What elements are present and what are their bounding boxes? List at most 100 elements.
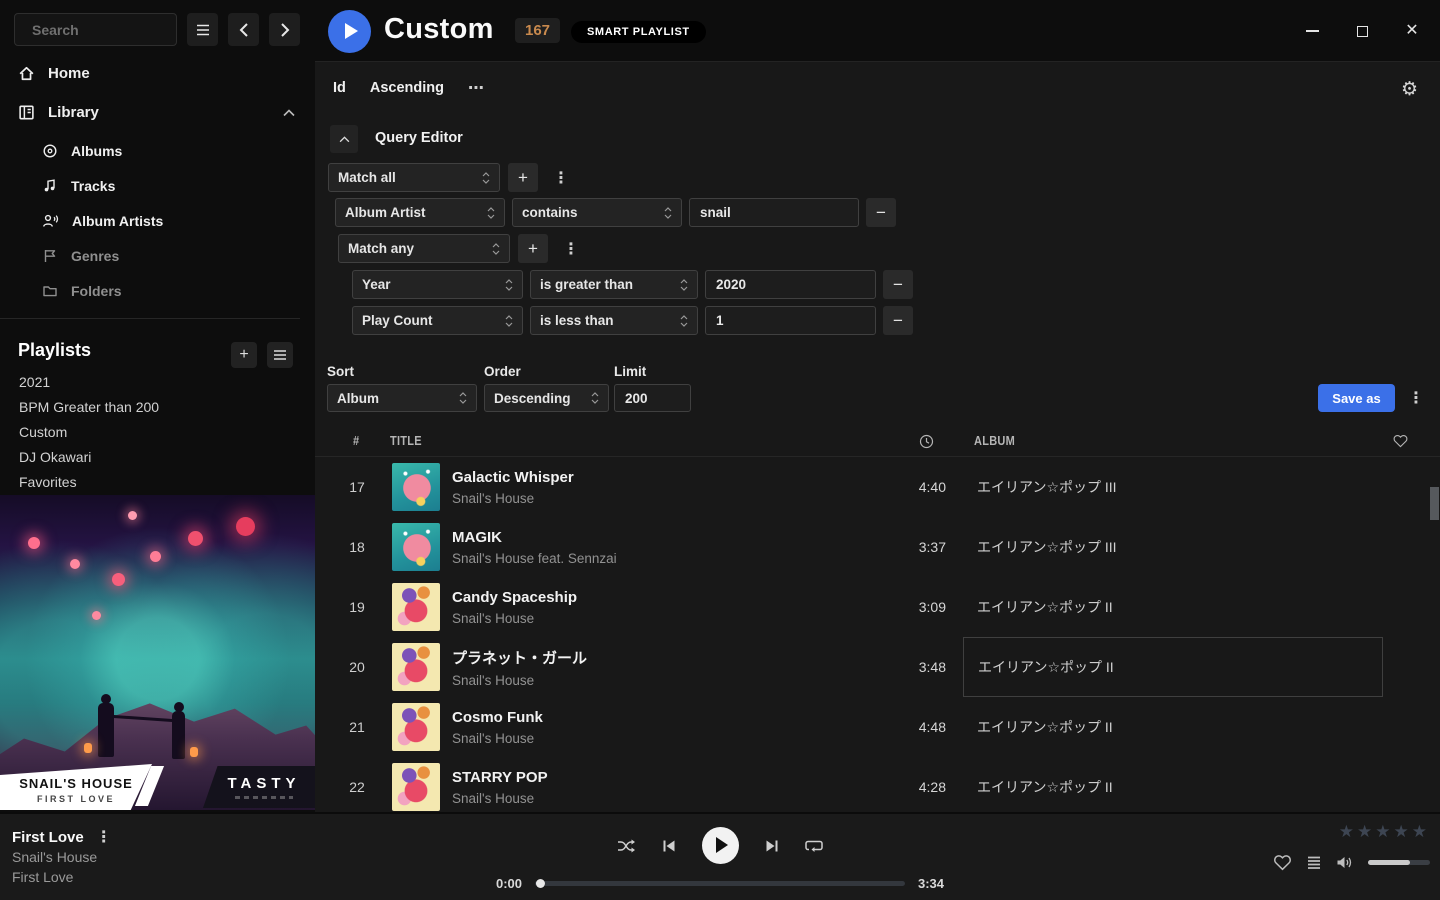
back-button[interactable] bbox=[228, 13, 259, 46]
select-updown-icon bbox=[459, 392, 467, 404]
playlist-item[interactable]: Custom bbox=[19, 424, 67, 440]
rule-operator-select[interactable]: contains bbox=[512, 198, 682, 227]
search-input[interactable] bbox=[32, 22, 213, 38]
star-icon[interactable]: ★ bbox=[1412, 822, 1427, 842]
save-menu-button[interactable]: ⋮ bbox=[1401, 384, 1431, 412]
remove-rule-button[interactable]: − bbox=[883, 270, 913, 299]
column-duration-clock-icon[interactable] bbox=[919, 434, 934, 449]
seek-thumb[interactable] bbox=[536, 879, 545, 888]
add-playlist-button[interactable]: + bbox=[231, 342, 257, 368]
repeat-button[interactable] bbox=[805, 838, 823, 853]
sidebar-divider bbox=[0, 318, 300, 319]
track-title: Cosmo Funk bbox=[452, 709, 899, 726]
kebab-icon: ⋮ bbox=[563, 239, 579, 259]
rule-operator-select[interactable]: is less than bbox=[530, 306, 698, 335]
sort-direction-button[interactable]: Ascending bbox=[370, 80, 444, 96]
column-album[interactable]: ALBUM bbox=[974, 434, 1015, 449]
sidebar-item-album-artists[interactable]: Album Artists bbox=[42, 213, 163, 229]
playlists-buttons: + bbox=[231, 342, 293, 368]
column-favorite-heart-icon[interactable] bbox=[1393, 434, 1408, 448]
next-button[interactable] bbox=[765, 839, 779, 853]
rule-field-select[interactable]: Year bbox=[352, 270, 523, 299]
sort-field-button[interactable]: Id bbox=[333, 80, 346, 96]
rule-value-input[interactable] bbox=[689, 198, 859, 227]
star-icon[interactable]: ★ bbox=[1375, 822, 1390, 842]
seek-bar[interactable] bbox=[535, 881, 905, 886]
playlists-title: Playlists bbox=[18, 340, 91, 361]
settings-gear-icon[interactable]: ⚙ bbox=[1401, 78, 1418, 101]
sidebar-item-library[interactable]: Library bbox=[18, 104, 99, 121]
track-row[interactable]: 21 Cosmo Funk Snail's House 4:48 エイリアン☆ポ… bbox=[315, 697, 1440, 757]
volume-icon[interactable] bbox=[1336, 855, 1354, 870]
save-as-button[interactable]: Save as bbox=[1318, 384, 1395, 412]
rule-value-input[interactable] bbox=[705, 270, 876, 299]
track-album-cell[interactable]: エイリアン☆ポップ II bbox=[963, 697, 1383, 757]
sidebar-item-tracks[interactable]: Tracks bbox=[42, 178, 115, 194]
collapse-chevron-icon[interactable] bbox=[283, 109, 295, 117]
track-album-cell[interactable]: エイリアン☆ポップ II bbox=[963, 757, 1383, 812]
rule-field-select[interactable]: Album Artist bbox=[335, 198, 505, 227]
track-row[interactable]: 19 Candy Spaceship Snail's House 3:09 エイ… bbox=[315, 577, 1440, 637]
star-icon[interactable]: ★ bbox=[1394, 822, 1409, 842]
plus-icon: + bbox=[528, 239, 538, 259]
star-icon[interactable]: ★ bbox=[1339, 822, 1354, 842]
sidebar-item-albums[interactable]: Albums bbox=[42, 143, 122, 159]
track-album-cell-hovered[interactable]: エイリアン☆ポップ II bbox=[963, 637, 1383, 697]
play-pause-button[interactable] bbox=[702, 827, 739, 864]
favorite-heart-icon[interactable] bbox=[1273, 854, 1292, 871]
match-any-select[interactable]: Match any bbox=[338, 234, 510, 263]
sidebar-item-home[interactable]: Home bbox=[18, 65, 90, 82]
search-box[interactable] bbox=[14, 13, 177, 46]
limit-input[interactable] bbox=[614, 384, 691, 412]
window-maximize-button[interactable] bbox=[1348, 17, 1376, 45]
menu-button[interactable] bbox=[187, 13, 218, 46]
playlist-list-button[interactable] bbox=[267, 342, 293, 368]
shuffle-button[interactable] bbox=[617, 838, 636, 854]
group-menu-button[interactable]: ⋮ bbox=[556, 234, 586, 263]
column-number[interactable]: # bbox=[353, 434, 359, 449]
group-menu-button[interactable]: ⋮ bbox=[546, 163, 576, 192]
playlist-item[interactable]: 2021 bbox=[19, 374, 50, 390]
forward-button[interactable] bbox=[269, 13, 300, 46]
sort-select[interactable]: Album bbox=[327, 384, 477, 412]
order-select[interactable]: Descending bbox=[484, 384, 609, 412]
star-icon[interactable]: ★ bbox=[1357, 822, 1372, 842]
window-close-button[interactable]: ✕ bbox=[1398, 17, 1426, 45]
match-all-select[interactable]: Match all bbox=[328, 163, 500, 192]
play-playlist-button[interactable] bbox=[328, 10, 371, 53]
sidebar-albums-label: Albums bbox=[71, 143, 122, 159]
track-row[interactable]: 22 STARRY POP Snail's House 4:28 エイリアン☆ポ… bbox=[315, 757, 1440, 812]
track-album-cell[interactable]: エイリアン☆ポップ II bbox=[963, 577, 1383, 637]
scrollbar-thumb[interactable] bbox=[1430, 487, 1439, 520]
track-album-cell[interactable]: エイリアン☆ポップ III bbox=[963, 457, 1383, 517]
query-editor-collapse-button[interactable] bbox=[330, 125, 358, 153]
volume-slider[interactable] bbox=[1368, 860, 1430, 865]
window-minimize-button[interactable] bbox=[1298, 17, 1326, 45]
column-title[interactable]: TITLE bbox=[390, 434, 422, 449]
tracklist-header: # TITLE ALBUM bbox=[315, 428, 1440, 457]
rule-operator-select[interactable]: is greater than bbox=[530, 270, 698, 299]
add-rule-button[interactable]: + bbox=[508, 163, 538, 192]
track-row[interactable]: 20 プラネット・ガール Snail's House 3:48 エイリアン☆ポッ… bbox=[315, 637, 1440, 697]
now-playing-menu-icon[interactable]: ⋮ bbox=[96, 827, 112, 847]
remove-rule-button[interactable]: − bbox=[883, 306, 913, 335]
sidebar-item-genres[interactable]: Genres bbox=[42, 248, 119, 264]
sidebar-item-folders[interactable]: Folders bbox=[42, 283, 122, 299]
previous-button[interactable] bbox=[662, 839, 676, 853]
rule-field-select[interactable]: Play Count bbox=[352, 306, 523, 335]
queue-icon[interactable] bbox=[1306, 856, 1322, 870]
add-rule-button[interactable]: + bbox=[518, 234, 548, 263]
more-options-icon[interactable]: ⋯ bbox=[468, 78, 485, 98]
rating-stars[interactable]: ★ ★ ★ ★ ★ bbox=[1339, 822, 1427, 842]
playlist-item[interactable]: DJ Okawari bbox=[19, 449, 91, 465]
minus-icon: − bbox=[893, 275, 903, 295]
track-album-cell[interactable]: エイリアン☆ポップ III bbox=[963, 517, 1383, 577]
playlist-item[interactable]: BPM Greater than 200 bbox=[19, 399, 159, 415]
track-row[interactable]: 18 MAGIK Snail's House feat. Sennzai 3:3… bbox=[315, 517, 1440, 577]
track-cover-art bbox=[392, 643, 440, 691]
track-row[interactable]: 17 Galactic Whisper Snail's House 4:40 エ… bbox=[315, 457, 1440, 517]
playlist-item[interactable]: Favorites bbox=[19, 474, 77, 490]
remove-rule-button[interactable]: − bbox=[866, 198, 896, 227]
rule-value-input[interactable] bbox=[705, 306, 876, 335]
minimize-icon bbox=[1306, 30, 1319, 32]
